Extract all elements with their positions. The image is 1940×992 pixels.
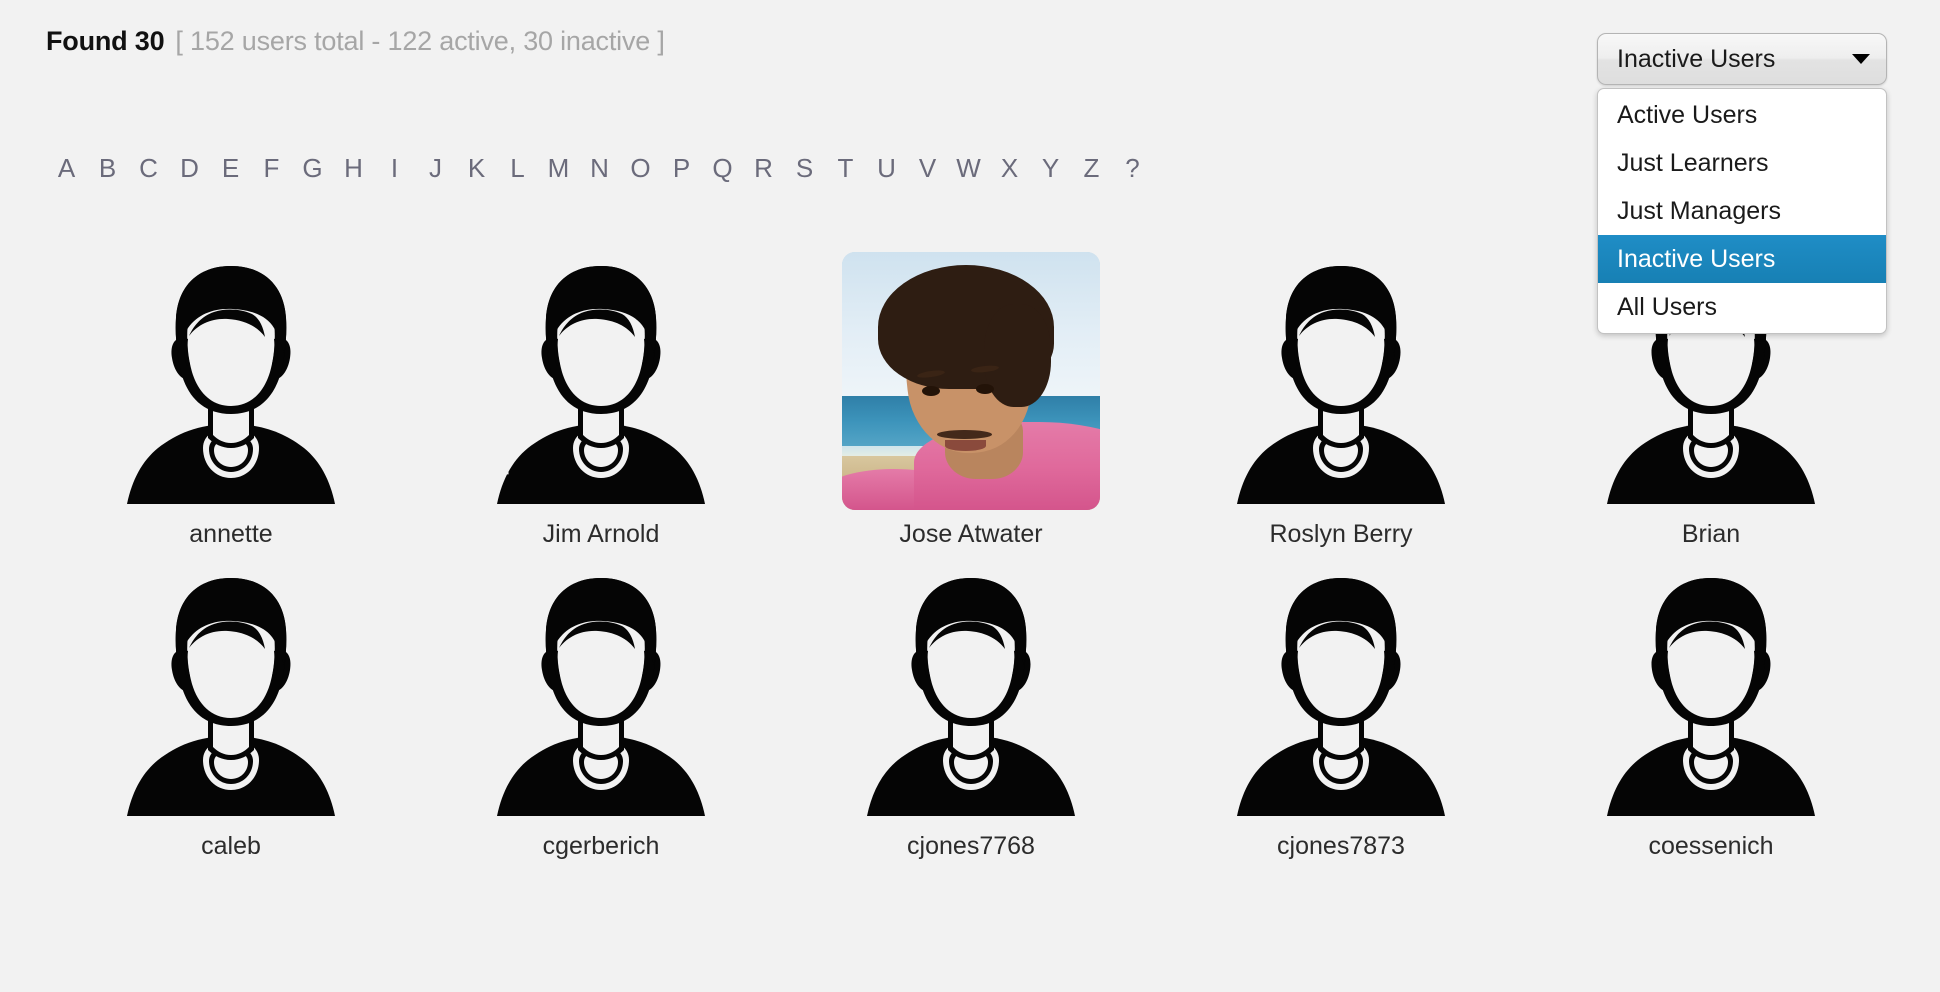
- alphabet-filter-x[interactable]: X: [989, 152, 1030, 184]
- alphabet-filter: A B C D E F G H I J K L M N O P Q R S T U V W X Y Z?: [46, 152, 1153, 184]
- avatar[interactable]: [842, 564, 1100, 822]
- filter-option-active-users[interactable]: Active Users: [1598, 91, 1886, 139]
- avatar[interactable]: [472, 564, 730, 822]
- filter-option-just-learners[interactable]: Just Learners: [1598, 139, 1886, 187]
- alphabet-filter-t[interactable]: T: [825, 152, 866, 184]
- user-card[interactable]: caleb: [46, 564, 416, 876]
- user-card[interactable]: coessenich: [1526, 564, 1896, 876]
- alphabet-filter-w[interactable]: W: [948, 152, 989, 184]
- alphabet-filter-b[interactable]: B: [87, 152, 128, 184]
- alphabet-filter-h[interactable]: H: [333, 152, 374, 184]
- user-directory-page: Found 30 [ 152 users total - 122 active,…: [0, 0, 1940, 992]
- alphabet-filter-c[interactable]: C: [128, 152, 169, 184]
- user-name: cjones7768: [907, 832, 1035, 860]
- avatar[interactable]: [102, 252, 360, 510]
- user-card[interactable]: cgerberich: [416, 564, 786, 876]
- user-name: cgerberich: [542, 832, 660, 860]
- chevron-down-icon: [1852, 54, 1870, 64]
- user-grid: annette Jim Arnold Jose Atwater Roslyn Berr…: [46, 252, 1896, 876]
- filter-select-button[interactable]: Inactive Users: [1597, 33, 1887, 85]
- alphabet-filter-r[interactable]: R: [743, 152, 784, 184]
- alphabet-filter-y[interactable]: Y: [1030, 152, 1071, 184]
- results-header: Found 30 [ 152 users total - 122 active,…: [46, 26, 665, 57]
- alphabet-filter-v[interactable]: V: [907, 152, 948, 184]
- default-avatar-icon: [1237, 266, 1445, 504]
- default-avatar-icon: [1607, 578, 1815, 816]
- alphabet-filter-s[interactable]: S: [784, 152, 825, 184]
- user-card[interactable]: annette: [46, 252, 416, 564]
- filter-select-options-list: Active Users Just Learners Just Managers In…: [1597, 88, 1887, 334]
- alphabet-filter-n[interactable]: N: [579, 152, 620, 184]
- user-card[interactable]: Jose Atwater: [786, 252, 1156, 564]
- filter-option-all-users[interactable]: All Users: [1598, 283, 1886, 331]
- alphabet-filter-o[interactable]: O: [620, 152, 661, 184]
- alphabet-filter-e[interactable]: E: [210, 152, 251, 184]
- avatar[interactable]: [1212, 252, 1470, 510]
- alphabet-filter-f[interactable]: F: [251, 152, 292, 184]
- alphabet-filter-k[interactable]: K: [456, 152, 497, 184]
- avatar[interactable]: [1582, 564, 1840, 822]
- default-avatar-icon: [1237, 578, 1445, 816]
- alphabet-filter-i[interactable]: I: [374, 152, 415, 184]
- alphabet-filter-p[interactable]: P: [661, 152, 702, 184]
- alphabet-filter-m[interactable]: M: [538, 152, 579, 184]
- alphabet-filter-q[interactable]: Q: [702, 152, 743, 184]
- default-avatar-icon: [497, 266, 705, 504]
- user-name: caleb: [201, 832, 261, 860]
- avatar[interactable]: [102, 564, 360, 822]
- alphabet-filter-g[interactable]: G: [292, 152, 333, 184]
- filter-select-value: Inactive Users: [1617, 44, 1776, 73]
- alphabet-filter-d[interactable]: D: [169, 152, 210, 184]
- user-card[interactable]: cjones7768: [786, 564, 1156, 876]
- alphabet-filter-z[interactable]: Z: [1071, 152, 1112, 184]
- alphabet-filter-other[interactable]: ?: [1112, 152, 1153, 184]
- user-card[interactable]: Roslyn Berry: [1156, 252, 1526, 564]
- user-totals-summary: [ 152 users total - 122 active, 30 inact…: [175, 26, 665, 56]
- avatar[interactable]: [472, 252, 730, 510]
- alphabet-filter-l[interactable]: L: [497, 152, 538, 184]
- user-name: coessenich: [1648, 832, 1774, 860]
- default-avatar-icon: [497, 578, 705, 816]
- avatar[interactable]: [1212, 564, 1470, 822]
- user-card[interactable]: cjones7873: [1156, 564, 1526, 876]
- alphabet-filter-j[interactable]: J: [415, 152, 456, 184]
- user-photo: [842, 252, 1100, 510]
- user-name: Roslyn Berry: [1269, 520, 1413, 548]
- user-name: annette: [189, 520, 273, 548]
- user-name: cjones7873: [1277, 832, 1405, 860]
- default-avatar-icon: [867, 578, 1075, 816]
- user-name: Jose Atwater: [899, 520, 1043, 548]
- alphabet-filter-a[interactable]: A: [46, 152, 87, 184]
- found-count: Found 30: [46, 26, 165, 56]
- user-name: Jim Arnold: [542, 520, 660, 548]
- avatar[interactable]: [842, 252, 1100, 510]
- user-filter-select: Inactive Users Active Users Just Learners…: [1597, 33, 1887, 334]
- default-avatar-icon: [127, 266, 335, 504]
- filter-option-just-managers[interactable]: Just Managers: [1598, 187, 1886, 235]
- user-card[interactable]: Jim Arnold: [416, 252, 786, 564]
- default-avatar-icon: [127, 578, 335, 816]
- filter-option-inactive-users[interactable]: Inactive Users: [1598, 235, 1886, 283]
- user-name: Brian: [1681, 520, 1741, 548]
- alphabet-filter-u[interactable]: U: [866, 152, 907, 184]
